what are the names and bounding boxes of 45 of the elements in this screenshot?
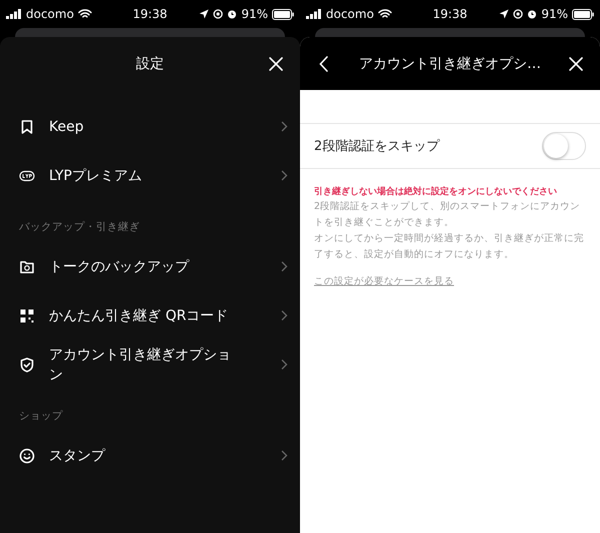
chevron-icon	[281, 261, 288, 272]
settings-item[interactable]: トークのバックアップ	[0, 242, 300, 291]
battery-icon	[272, 8, 294, 20]
description-text: 2段階認証をスキップして、別のスマートフォンにアカウントを引き継ぐことができます。	[314, 200, 582, 230]
chevron-icon	[281, 450, 288, 461]
warning-text: 引き継ぎしない場合は絶対に設定をオンにしないでください	[314, 185, 558, 199]
section-header: ショップ	[18, 409, 64, 424]
carrier-name: docomo	[26, 7, 74, 21]
settings-title: 設定	[135, 54, 165, 72]
wifi-icon	[378, 9, 392, 19]
alarm-icon	[527, 9, 538, 19]
back-icon	[319, 56, 329, 72]
smiley-icon	[19, 448, 35, 464]
skip-toggle[interactable]	[542, 132, 586, 160]
chevron-icon	[281, 310, 288, 321]
qr-code-icon	[19, 308, 35, 324]
screen-title: アカウント引き継ぎオプシ…	[358, 54, 542, 72]
status-time: 19:38	[132, 7, 168, 21]
battery-percent: 91%	[541, 7, 568, 21]
section-header: バックアップ・引き継ぎ	[18, 220, 141, 235]
close-icon	[568, 56, 584, 72]
battery-percent: 91%	[241, 7, 268, 21]
settings-item[interactable]: アカウント引き継ぎオプション	[0, 340, 300, 389]
chevron-icon	[281, 121, 288, 132]
settings-item[interactable]: LYPプレミアム	[0, 151, 300, 200]
signal-icon	[306, 9, 322, 19]
bookmark-icon	[19, 118, 35, 134]
close-icon	[268, 56, 284, 72]
signal-icon	[6, 9, 22, 19]
wifi-icon	[78, 9, 92, 19]
settings-item[interactable]: Keep	[0, 102, 300, 151]
carrier-name: docomo	[326, 7, 374, 21]
settings-item[interactable]: かんたん引き継ぎ QRコード	[0, 291, 300, 340]
settings-item[interactable]: スタンプ	[0, 431, 300, 480]
description-text: オンにしてから一定時間が経過するか、引き継ぎが正常に完了すると、設定が自動的にオフになります。	[314, 232, 585, 262]
status-time: 19:38	[432, 7, 468, 21]
alarm-icon	[227, 9, 238, 19]
battery-icon	[572, 8, 594, 20]
folder-icon	[19, 258, 35, 274]
location-icon	[499, 9, 510, 19]
chevron-icon	[281, 170, 288, 181]
shield-icon	[19, 356, 35, 372]
location-icon	[199, 9, 210, 19]
toggle-label: 2段階認証をスキップ	[314, 138, 440, 155]
chevron-icon	[281, 359, 288, 370]
